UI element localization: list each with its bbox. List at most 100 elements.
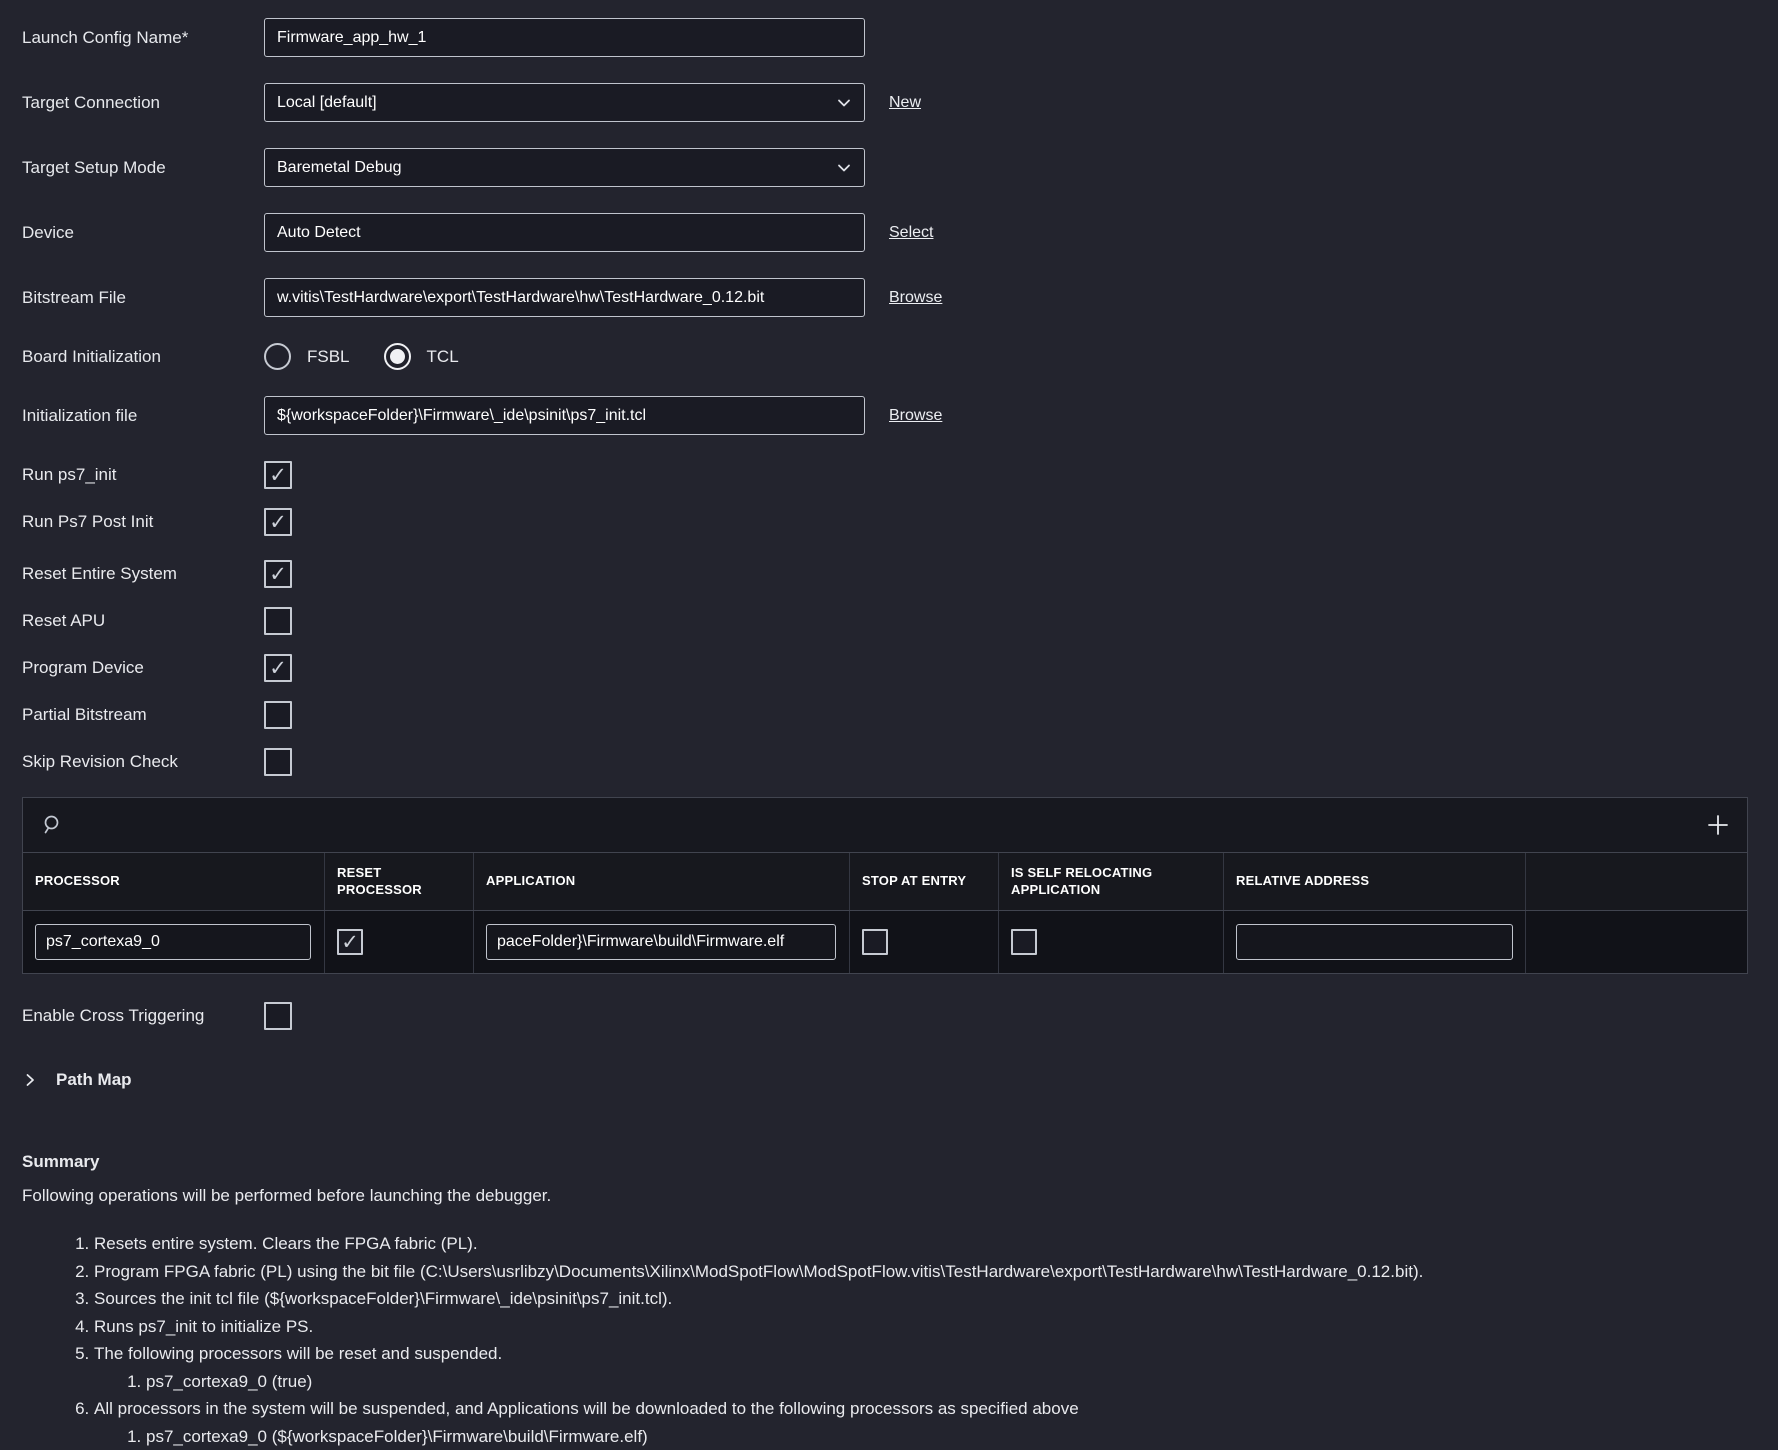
list-item: All processors in the system will be sus…	[94, 1395, 1778, 1450]
device-input[interactable]	[264, 213, 865, 252]
enable-cross-triggering-label: Enable Cross Triggering	[22, 1006, 264, 1026]
column-header-relative-address: RELATIVE ADDRESS	[1224, 853, 1526, 910]
partial-bitstream-checkbox[interactable]	[264, 701, 292, 729]
list-item: Program FPGA fabric (PL) using the bit f…	[94, 1258, 1778, 1286]
run-ps7-init-row: Run ps7_init	[22, 461, 1778, 489]
list-item: ps7_cortexa9_0 (true)	[146, 1368, 1778, 1396]
processor-input[interactable]	[35, 924, 311, 960]
reset-processor-cell	[325, 911, 474, 973]
column-header-is-self-relocating: IS SELF RELOCATING APPLICATION	[999, 853, 1224, 910]
summary-title: Summary	[22, 1152, 1778, 1172]
initialization-file-input[interactable]	[264, 396, 865, 435]
summary-sublist: ps7_cortexa9_0 (${workspaceFolder}\Firmw…	[94, 1423, 1778, 1450]
run-ps7-init-checkbox[interactable]	[264, 461, 292, 489]
initialization-browse-link[interactable]: Browse	[889, 407, 942, 425]
run-ps7-init-label: Run ps7_init	[22, 465, 264, 485]
skip-revision-check-label: Skip Revision Check	[22, 752, 264, 772]
list-item: Resets entire system. Clears the FPGA fa…	[94, 1230, 1778, 1258]
launch-config-name-label: Launch Config Name*	[22, 28, 264, 48]
target-setup-mode-row: Target Setup Mode Baremetal Debug	[22, 148, 1778, 187]
initialization-file-row: Initialization file Browse	[22, 396, 1778, 435]
relative-address-cell	[1224, 911, 1526, 973]
list-item: Runs ps7_init to initialize PS.	[94, 1313, 1778, 1341]
path-map-label: Path Map	[56, 1070, 132, 1090]
table-row	[23, 911, 1747, 973]
summary-intro: Following operations will be performed b…	[22, 1186, 1778, 1206]
target-setup-mode-label: Target Setup Mode	[22, 158, 264, 178]
device-select-link[interactable]: Select	[889, 224, 933, 242]
program-device-row: Program Device	[22, 654, 1778, 682]
partial-bitstream-label: Partial Bitstream	[22, 705, 264, 725]
search-icon[interactable]	[41, 813, 65, 837]
list-item: Sources the init tcl file (${workspaceFo…	[94, 1285, 1778, 1313]
skip-revision-check-checkbox[interactable]	[264, 748, 292, 776]
reset-apu-checkbox[interactable]	[264, 607, 292, 635]
application-cell	[474, 911, 850, 973]
column-header-reset-processor: RESET PROCESSOR	[325, 853, 474, 910]
enable-cross-triggering-checkbox[interactable]	[264, 1002, 292, 1030]
fsbl-radio-label: FSBL	[307, 347, 350, 367]
list-item: ps7_cortexa9_0 (${workspaceFolder}\Firmw…	[146, 1423, 1778, 1450]
reset-entire-system-row: Reset Entire System	[22, 560, 1778, 588]
run-ps7-post-init-row: Run Ps7 Post Init	[22, 508, 1778, 536]
run-ps7-post-init-label: Run Ps7 Post Init	[22, 512, 264, 532]
launch-config-name-row: Launch Config Name*	[22, 18, 1778, 57]
launch-config-name-input[interactable]	[264, 18, 865, 57]
reset-processor-checkbox[interactable]	[337, 929, 363, 955]
device-label: Device	[22, 223, 264, 243]
bitstream-file-label: Bitstream File	[22, 288, 264, 308]
launch-config-panel: Launch Config Name* Target Connection Lo…	[0, 0, 1778, 1450]
program-device-label: Program Device	[22, 658, 264, 678]
program-device-checkbox[interactable]	[264, 654, 292, 682]
target-connection-value: Local [default]	[277, 94, 377, 112]
board-initialization-radio-group: FSBL TCL	[264, 343, 477, 370]
path-map-expander[interactable]: Path Map	[22, 1070, 1778, 1090]
table-header-row: PROCESSOR RESET PROCESSOR APPLICATION ST…	[23, 853, 1747, 911]
skip-revision-check-row: Skip Revision Check	[22, 748, 1778, 776]
reset-apu-label: Reset APU	[22, 611, 264, 631]
fsbl-radio[interactable]	[264, 343, 291, 370]
plus-icon[interactable]	[1707, 814, 1729, 836]
partial-bitstream-row: Partial Bitstream	[22, 701, 1778, 729]
tcl-radio-label: TCL	[427, 347, 459, 367]
stop-at-entry-checkbox[interactable]	[862, 929, 888, 955]
target-connection-label: Target Connection	[22, 93, 264, 113]
processor-table: PROCESSOR RESET PROCESSOR APPLICATION ST…	[22, 797, 1748, 974]
table-search-bar	[23, 798, 1747, 853]
summary-sublist: ps7_cortexa9_0 (true)	[94, 1368, 1778, 1396]
target-setup-mode-value: Baremetal Debug	[277, 159, 402, 177]
summary-list: Resets entire system. Clears the FPGA fa…	[22, 1230, 1778, 1450]
run-ps7-post-init-checkbox[interactable]	[264, 508, 292, 536]
is-self-relocating-cell	[999, 911, 1224, 973]
board-initialization-label: Board Initialization	[22, 347, 264, 367]
target-setup-mode-select[interactable]: Baremetal Debug	[264, 148, 865, 187]
empty-cell	[1526, 911, 1747, 973]
bitstream-browse-link[interactable]: Browse	[889, 289, 942, 307]
device-row: Device Select	[22, 213, 1778, 252]
new-connection-link[interactable]: New	[889, 94, 921, 112]
chevron-right-icon	[22, 1072, 38, 1088]
column-header-empty	[1526, 853, 1747, 910]
bitstream-file-input[interactable]	[264, 278, 865, 317]
initialization-file-label: Initialization file	[22, 406, 264, 426]
list-item: The following processors will be reset a…	[94, 1340, 1778, 1395]
chevron-down-icon	[836, 160, 852, 176]
target-connection-row: Target Connection Local [default] New	[22, 83, 1778, 122]
board-initialization-row: Board Initialization FSBL TCL	[22, 343, 1778, 370]
column-header-processor: PROCESSOR	[23, 853, 325, 910]
target-connection-select[interactable]: Local [default]	[264, 83, 865, 122]
stop-at-entry-cell	[850, 911, 999, 973]
summary-section: Summary Following operations will be per…	[22, 1152, 1778, 1450]
reset-entire-system-label: Reset Entire System	[22, 564, 264, 584]
column-header-application: APPLICATION	[474, 853, 850, 910]
reset-entire-system-checkbox[interactable]	[264, 560, 292, 588]
enable-cross-triggering-row: Enable Cross Triggering	[22, 1002, 1778, 1030]
bitstream-file-row: Bitstream File Browse	[22, 278, 1778, 317]
application-input[interactable]	[486, 924, 836, 960]
column-header-stop-at-entry: STOP AT ENTRY	[850, 853, 999, 910]
relative-address-input[interactable]	[1236, 924, 1513, 960]
reset-apu-row: Reset APU	[22, 607, 1778, 635]
processor-cell	[23, 911, 325, 973]
is-self-relocating-checkbox[interactable]	[1011, 929, 1037, 955]
tcl-radio[interactable]	[384, 343, 411, 370]
